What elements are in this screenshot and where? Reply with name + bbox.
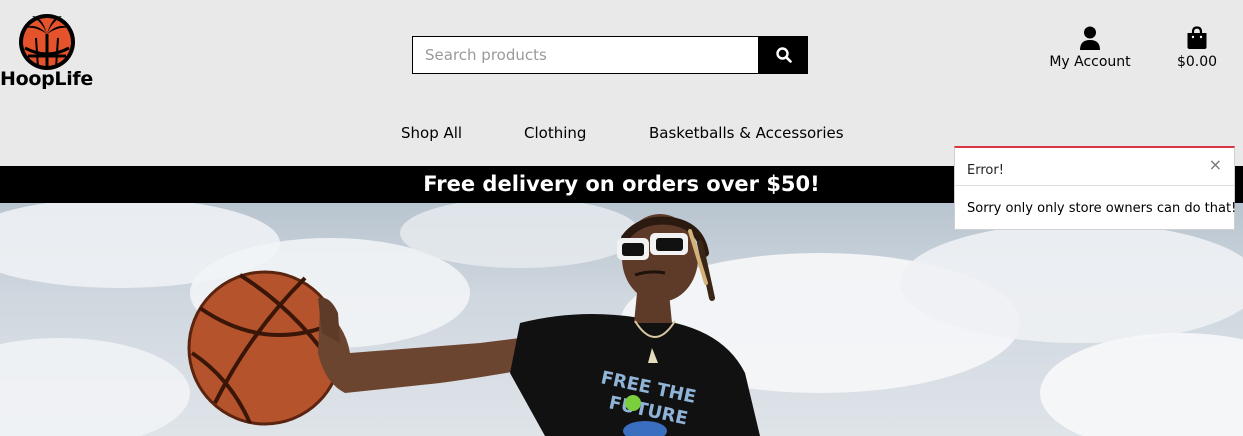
nav-item-clothing[interactable]: Clothing [524,124,586,142]
toast-title: Error! [967,163,1004,178]
nav-item-shop-all[interactable]: Shop All [401,124,462,142]
hero-image: FREE THE FUTURE [0,203,1243,436]
error-toast: Error! × Sorry only only store owners ca… [954,146,1237,230]
nav-item-basketballs-accessories[interactable]: Basketballs & Accessories [649,124,844,142]
hero-photo-illustration: FREE THE FUTURE [0,203,1243,436]
search-input[interactable] [412,36,759,74]
site-logo[interactable]: HoopLife [0,10,100,94]
toast-message: Sorry only only store owners can do that… [967,201,1237,216]
toast-header: Error! × [955,148,1234,186]
search-button[interactable] [759,36,808,74]
search-form [412,36,808,74]
cart-total: $0.00 [1176,54,1218,70]
basketball-palm-logo-icon [19,14,75,70]
brand-name: HoopLife [0,68,93,90]
search-icon [775,47,792,63]
my-account-link[interactable]: My Account [1040,26,1140,70]
close-icon[interactable]: × [1209,157,1222,173]
account-label: My Account [1049,54,1131,70]
cart-link[interactable]: $0.00 [1168,26,1226,70]
shopping-bag-icon [1187,26,1207,49]
site-header: HoopLife My Account $0.00 Shop All Cloth… [0,0,1243,166]
user-icon [1080,26,1100,50]
main-nav: Shop All Clothing Basketballs & Accessor… [0,124,1243,146]
